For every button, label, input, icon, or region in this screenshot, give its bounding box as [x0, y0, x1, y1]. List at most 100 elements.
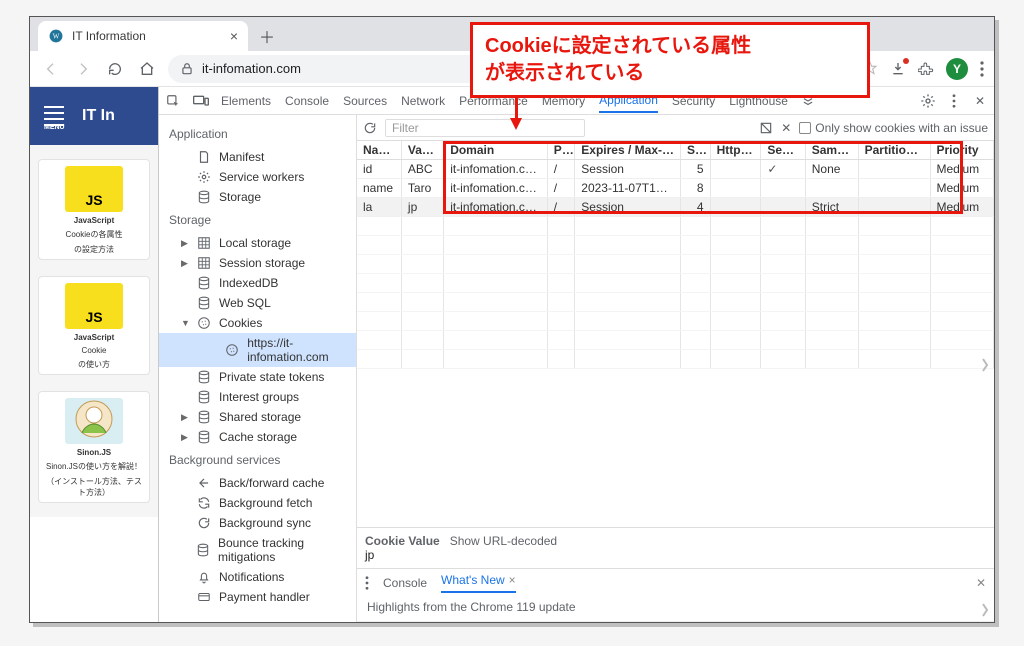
- back-button[interactable]: [40, 58, 62, 80]
- page-content: MENU IT In JSJavaScriptCookieの各属性の設定方法JS…: [30, 87, 158, 622]
- table-row[interactable]: nameTaroit-infomation.com/2023-11-07T19:…: [357, 179, 994, 198]
- devtools-drawer-body: Highlights from the Chrome 119 update: [357, 596, 994, 622]
- clear-filter-icon[interactable]: [759, 121, 773, 135]
- col-header[interactable]: HttpOnly: [710, 141, 761, 160]
- sidebar-item[interactable]: ▶Shared storage: [159, 407, 356, 427]
- sidebar-item[interactable]: IndexedDB: [159, 273, 356, 293]
- browser-tab[interactable]: W IT Information ×: [38, 21, 248, 51]
- devtools-kebab-icon[interactable]: [946, 93, 962, 109]
- sidebar-item[interactable]: Background fetch: [159, 493, 356, 513]
- sidebar-item[interactable]: Notifications: [159, 567, 356, 587]
- new-tab-button[interactable]: ＋: [254, 23, 280, 49]
- db-icon: [197, 390, 211, 404]
- drawer-tab-console[interactable]: Console: [383, 576, 427, 590]
- forward-button[interactable]: [72, 58, 94, 80]
- drawer-kebab-icon[interactable]: [365, 576, 369, 590]
- avatar[interactable]: Y: [946, 58, 968, 80]
- sidebar-item[interactable]: Service workers: [159, 167, 356, 187]
- show-decoded-checkbox[interactable]: Show URL-decoded: [450, 534, 557, 548]
- table-row[interactable]: [357, 274, 994, 293]
- col-header[interactable]: Domain: [444, 141, 548, 160]
- sidebar-item-label: Manifest: [219, 150, 264, 164]
- db-icon: [197, 410, 211, 424]
- table-row[interactable]: lajpit-infomation.com/Session4StrictMedi…: [357, 198, 994, 217]
- sidebar-item[interactable]: Private state tokens: [159, 367, 356, 387]
- sidebar-item[interactable]: Manifest: [159, 147, 356, 167]
- tab-close-icon[interactable]: ×: [230, 28, 238, 44]
- col-header[interactable]: Value: [401, 141, 443, 160]
- col-header[interactable]: Size: [681, 141, 711, 160]
- sidebar-item[interactable]: ▼Cookies: [159, 313, 356, 333]
- resize-handle-icon[interactable]: [980, 355, 992, 375]
- sidebar-item[interactable]: Interest groups: [159, 387, 356, 407]
- col-header[interactable]: Expires / Max-Age: [575, 141, 681, 160]
- devtools-tab-sources[interactable]: Sources: [343, 90, 387, 112]
- devtools-tab-console[interactable]: Console: [285, 90, 329, 112]
- cookies-table-wrap: NameValueDomainPathExpires / Max-AgeSize…: [357, 141, 994, 527]
- sidebar-item[interactable]: Storage: [159, 187, 356, 207]
- col-header[interactable]: Path: [547, 141, 574, 160]
- download-icon[interactable]: [890, 61, 906, 77]
- table-row[interactable]: [357, 293, 994, 312]
- table-row[interactable]: [357, 255, 994, 274]
- table-row[interactable]: [357, 350, 994, 369]
- col-header[interactable]: Priority: [930, 141, 994, 160]
- sidebar-item[interactable]: Web SQL: [159, 293, 356, 313]
- sidebar-item[interactable]: ▶Cache storage: [159, 427, 356, 447]
- col-header[interactable]: Name: [357, 141, 401, 160]
- card-text: Cookieの各属性: [66, 229, 123, 240]
- sidebar-item[interactable]: Background sync: [159, 513, 356, 533]
- col-header[interactable]: Secure: [761, 141, 805, 160]
- only-issues-checkbox[interactable]: Only show cookies with an issue: [799, 121, 988, 135]
- table-row[interactable]: [357, 331, 994, 350]
- sidebar-item[interactable]: ▶Session storage: [159, 253, 356, 273]
- kebab-menu-icon[interactable]: [980, 61, 984, 77]
- bell-icon: [197, 570, 211, 584]
- devtools-close-icon[interactable]: ✕: [972, 93, 988, 109]
- drawer-close-icon[interactable]: ✕: [976, 576, 986, 590]
- cookie-value-panel: Cookie Value Show URL-decoded jp: [357, 527, 994, 568]
- sidebar-item-label: Background fetch: [219, 496, 312, 510]
- cookies-table[interactable]: NameValueDomainPathExpires / Max-AgeSize…: [357, 141, 994, 369]
- device-toggle-icon[interactable]: [193, 93, 209, 109]
- db-icon: [197, 430, 211, 444]
- grid-icon: [197, 236, 211, 250]
- card-icon: [197, 590, 211, 604]
- db-icon: [197, 370, 211, 384]
- hamburger-menu-button[interactable]: MENU: [40, 102, 68, 130]
- table-row[interactable]: [357, 217, 994, 236]
- devtools-tab-network[interactable]: Network: [401, 90, 445, 112]
- delete-cookie-icon[interactable]: ✕: [781, 121, 791, 135]
- table-row[interactable]: [357, 236, 994, 255]
- article-card[interactable]: Sinon.JSSinon.JSの使い方を解説！（インストール方法、テスト方法）: [38, 391, 150, 503]
- home-button[interactable]: [136, 58, 158, 80]
- sidebar-item-label: Web SQL: [219, 296, 271, 310]
- table-row[interactable]: idABCit-infomation.com/Session5✓NoneMedi…: [357, 160, 994, 179]
- article-card[interactable]: JSJavaScriptCookieの各属性の設定方法: [38, 159, 150, 260]
- sidebar-item[interactable]: https://it-infomation.com: [159, 333, 356, 367]
- col-header[interactable]: SameSite: [805, 141, 858, 160]
- sidebar-item[interactable]: ▶Local storage: [159, 233, 356, 253]
- reload-button[interactable]: [104, 58, 126, 80]
- sidebar-item[interactable]: Payment handler: [159, 587, 356, 607]
- card-text: の使い方: [78, 359, 110, 370]
- table-row[interactable]: [357, 312, 994, 331]
- close-icon[interactable]: ×: [509, 573, 516, 587]
- only-issues-label: Only show cookies with an issue: [815, 121, 988, 135]
- devtools-application-sidebar[interactable]: ApplicationManifestService workersStorag…: [159, 115, 357, 622]
- devtools-tab-elements[interactable]: Elements: [221, 90, 271, 112]
- settings-icon[interactable]: [920, 93, 936, 109]
- extensions-icon[interactable]: [918, 61, 934, 77]
- col-header[interactable]: Partition Key: [858, 141, 930, 160]
- resize-handle-icon[interactable]: [980, 600, 992, 620]
- sidebar-item[interactable]: Bounce tracking mitigations: [159, 533, 356, 567]
- inspect-icon[interactable]: [165, 93, 181, 109]
- drawer-tab-what-s-new[interactable]: What's New×: [441, 573, 516, 593]
- article-card[interactable]: JSJavaScriptCookieの使い方: [38, 276, 150, 375]
- sidebar-item[interactable]: Back/forward cache: [159, 473, 356, 493]
- sidebar-section-title: Background services: [159, 447, 356, 473]
- annotation-callout: Cookieに設定されている属性 が表示されている: [470, 22, 870, 98]
- refresh-icon[interactable]: [363, 121, 377, 135]
- hamburger-label: MENU: [44, 124, 64, 126]
- filter-input[interactable]: Filter: [385, 119, 585, 137]
